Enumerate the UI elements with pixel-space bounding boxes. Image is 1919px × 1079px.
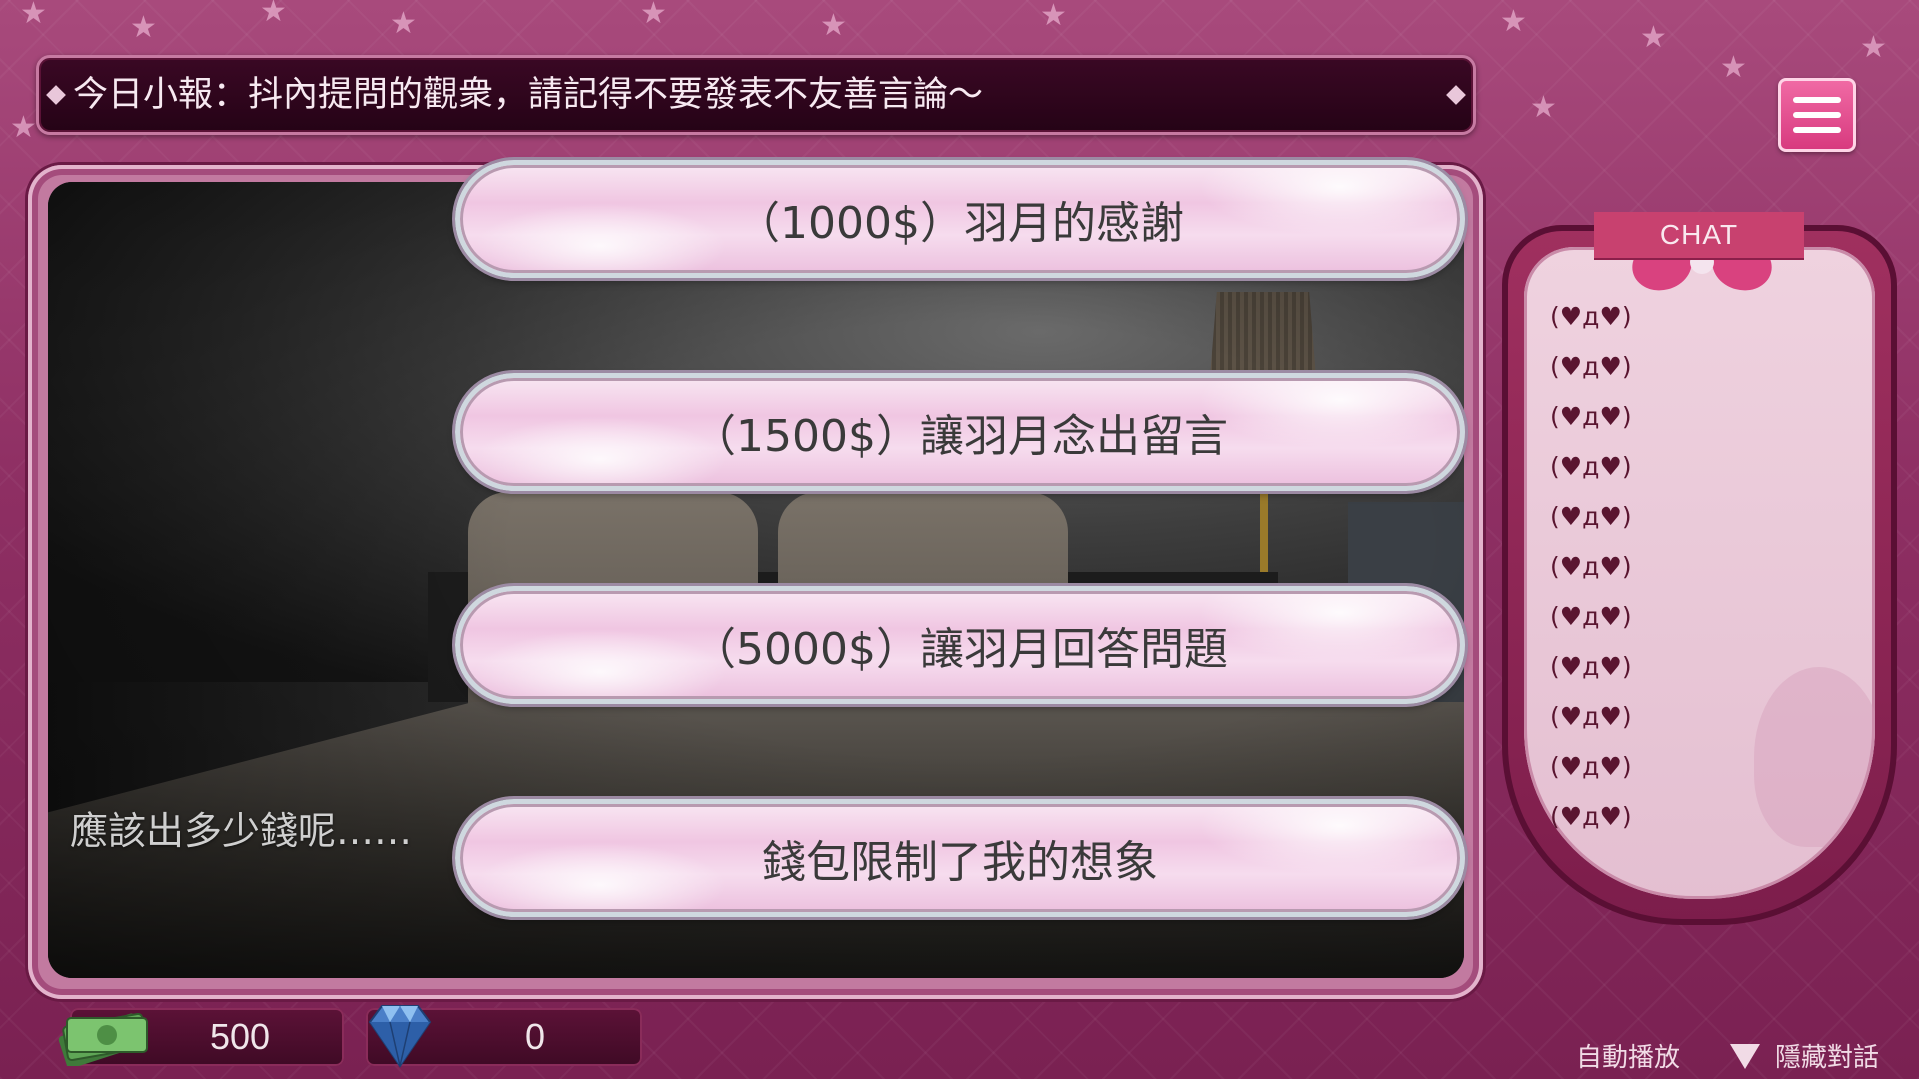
chat-message: (♥д♥) [1550,602,1632,631]
chat-message: (♥д♥) [1550,452,1632,481]
money-value: 500 [209,1016,271,1057]
ticker-diamond-left-icon [46,85,66,105]
chat-message: (♥д♥) [1550,502,1632,531]
triangle-down-icon[interactable] [1728,1041,1762,1071]
choice-label: （5000$）讓羽月回答問題 [692,624,1228,675]
chat-message: (♥д♥) [1550,352,1632,381]
news-ticker: 今日小報：抖內提問的觀衆，請記得不要發表不友善言論～ [36,55,1476,135]
dialog-hint-text: 應該出多少錢呢…… [70,809,413,853]
choice-button-wallet-limit[interactable]: 錢包限制了我的想象 [455,799,1465,917]
gem-value: 0 [524,1016,546,1057]
choice-button-read-message[interactable]: （1500$）讓羽月念出留言 [455,373,1465,491]
choice-button-answer-question[interactable]: （5000$）讓羽月回答問題 [455,586,1465,704]
chat-message: (♥д♥) [1550,402,1632,431]
chat-message: (♥д♥) [1550,702,1632,731]
hide-dialog-button[interactable]: 隱藏對話 [1775,1037,1879,1074]
chat-message: (♥д♥) [1550,552,1632,581]
chat-title: CHAT [1594,212,1804,258]
menu-button[interactable] [1778,78,1856,152]
rose-decoration [1754,667,1875,847]
choice-label: 錢包限制了我的想象 [762,837,1158,888]
choice-button-thanks[interactable]: （1000$）羽月的感謝 [455,160,1465,278]
choice-label: （1500$）讓羽月念出留言 [692,411,1228,462]
choice-label: （1000$）羽月的感謝 [736,198,1184,249]
menu-icon [1793,112,1841,118]
menu-icon [1793,97,1841,103]
menu-icon [1793,127,1841,133]
chat-message: (♥д♥) [1550,802,1632,831]
chat-message: (♥д♥) [1550,752,1632,781]
ticker-diamond-right-icon [1446,85,1466,105]
chat-message-list[interactable]: (♥д♥) (♥д♥) (♥д♥) (♥д♥) (♥д♥) (♥д♥) (♥д♥… [1550,292,1632,842]
ticker-text: 今日小報：抖內提問的觀衆，請記得不要發表不友善言論～ [73,75,984,115]
money-stack-icon [58,1012,148,1066]
auto-play-button[interactable]: 自動播放 [1576,1037,1680,1074]
chat-message: (♥д♥) [1550,652,1632,681]
chat-message: (♥д♥) [1550,302,1632,331]
chat-panel: CHAT (♥д♥) (♥д♥) (♥д♥) (♥д♥) (♥д♥) (♥д♥)… [1502,165,1897,955]
diamond-icon [368,1005,432,1068]
